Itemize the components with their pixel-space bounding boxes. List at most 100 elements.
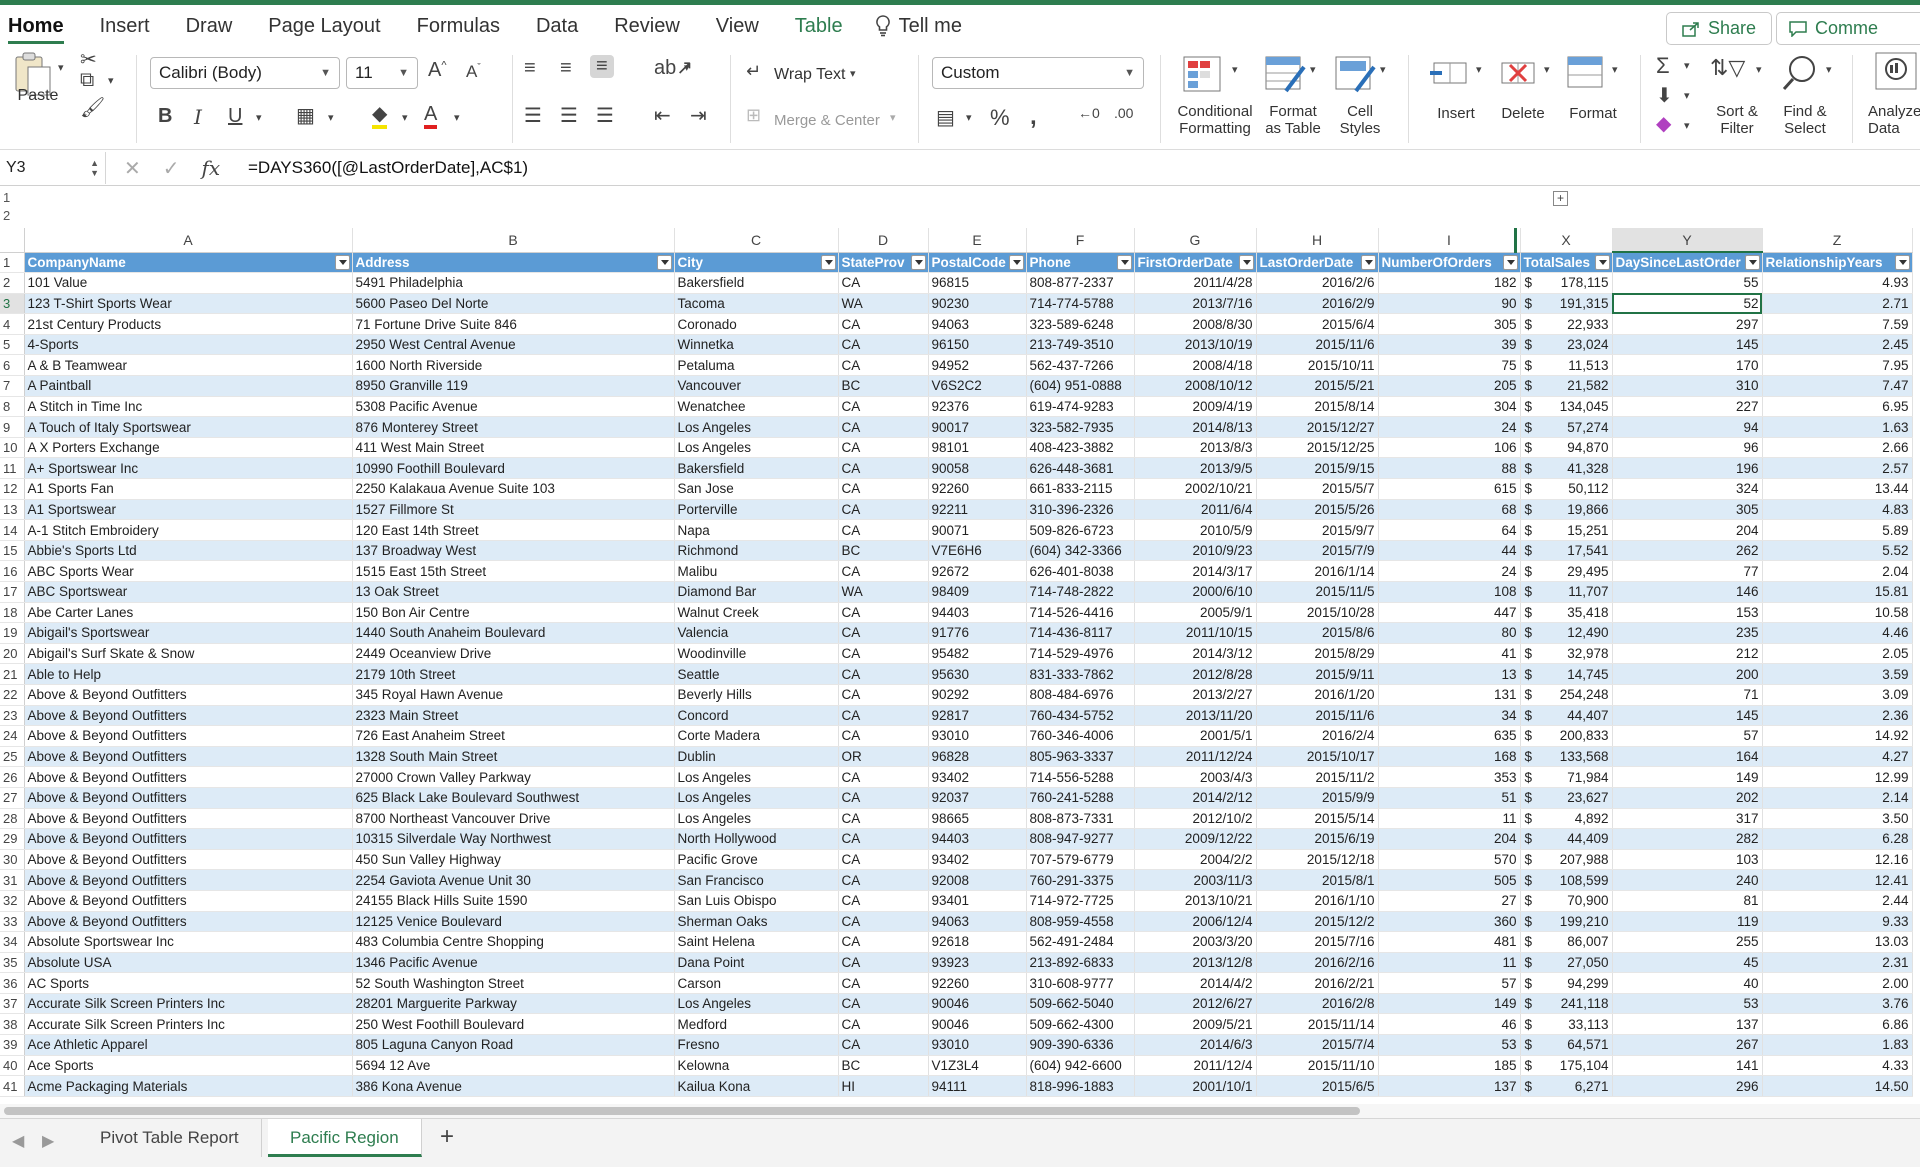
postal-code-cell[interactable]: 93010 xyxy=(928,1034,1027,1056)
header-cell[interactable]: RelationshipYears xyxy=(1762,252,1913,274)
total-sales-cell[interactable]: $50,112 xyxy=(1520,478,1613,500)
header-cell[interactable]: PostalCode xyxy=(928,252,1027,274)
first-order-date-cell[interactable]: 2013/12/8 xyxy=(1134,952,1257,974)
total-sales-cell[interactable]: $70,900 xyxy=(1520,890,1613,912)
column-header[interactable]: E xyxy=(928,228,1027,253)
align-right-icon[interactable]: ☰ xyxy=(596,103,614,128)
first-order-date-cell[interactable]: 2006/12/4 xyxy=(1134,911,1257,933)
last-order-date-cell[interactable]: 2015/8/14 xyxy=(1256,396,1379,418)
fill-color-dropdown-icon[interactable]: ▾ xyxy=(402,111,408,124)
number-of-orders-cell[interactable]: 88 xyxy=(1378,457,1521,480)
format-as-table-icon[interactable] xyxy=(1264,53,1308,93)
address-cell[interactable]: 625 Black Lake Boulevard Southwest xyxy=(352,787,675,809)
address-cell[interactable]: 250 West Foothill Boulevard xyxy=(352,1013,675,1036)
increase-font-icon[interactable]: A^ xyxy=(428,59,447,82)
postal-code-cell[interactable]: 94952 xyxy=(928,354,1027,377)
total-sales-cell[interactable]: $12,490 xyxy=(1520,622,1613,644)
first-order-date-cell[interactable]: 2009/12/22 xyxy=(1134,828,1257,850)
city-cell[interactable]: Fresno xyxy=(674,1034,839,1056)
postal-code-cell[interactable]: 90046 xyxy=(928,1013,1027,1036)
last-order-date-cell[interactable]: 2015/12/25 xyxy=(1256,437,1379,459)
total-sales-cell[interactable]: $133,568 xyxy=(1520,746,1613,768)
last-order-date-cell[interactable]: 2015/7/16 xyxy=(1256,931,1379,953)
phone-cell[interactable]: 808-877-2337 xyxy=(1026,272,1135,294)
tell-me-search[interactable]: Tell me xyxy=(861,15,976,38)
autosum-icon[interactable]: Σ xyxy=(1656,53,1670,79)
row-header[interactable]: 24 xyxy=(0,725,25,747)
add-sheet-icon[interactable]: + xyxy=(440,1123,454,1151)
company-name-cell[interactable]: 123 T-Shirt Sports Wear xyxy=(24,293,353,315)
find-select-button[interactable]: Find & Select xyxy=(1774,103,1836,137)
number-of-orders-cell[interactable]: 570 xyxy=(1378,849,1521,871)
filter-dropdown-icon[interactable] xyxy=(910,254,926,270)
total-sales-cell[interactable]: $191,315 xyxy=(1520,293,1613,315)
column-header-selected[interactable]: Y xyxy=(1612,228,1763,253)
company-name-cell[interactable]: Abbie's Sports Ltd xyxy=(24,540,353,562)
city-cell[interactable]: Pacific Grove xyxy=(674,849,839,871)
tab-review[interactable]: Review xyxy=(596,5,698,47)
phone-cell[interactable]: 714-556-5288 xyxy=(1026,766,1135,788)
scrollbar-thumb[interactable] xyxy=(4,1107,1360,1115)
days-since-last-order-cell[interactable]: 81 xyxy=(1612,890,1763,912)
merge-center-icon[interactable]: ⊞ xyxy=(746,105,761,126)
increase-indent-icon[interactable]: ⇥ xyxy=(690,103,707,128)
number-of-orders-cell[interactable]: 90 xyxy=(1378,293,1521,315)
align-middle-icon[interactable]: ≡ xyxy=(560,57,572,80)
total-sales-cell[interactable]: $86,007 xyxy=(1520,931,1613,953)
row-header[interactable]: 38 xyxy=(0,1013,25,1036)
column-header[interactable]: Z xyxy=(1762,228,1913,253)
relationship-years-cell[interactable]: 2.66 xyxy=(1762,437,1913,459)
city-cell[interactable]: Napa xyxy=(674,519,839,541)
number-of-orders-cell[interactable]: 53 xyxy=(1378,1034,1521,1056)
first-order-date-cell[interactable]: 2001/10/1 xyxy=(1134,1075,1257,1097)
first-order-date-cell[interactable]: 2013/7/16 xyxy=(1134,293,1257,315)
row-header[interactable]: 10 xyxy=(0,437,25,459)
number-of-orders-cell[interactable]: 204 xyxy=(1378,828,1521,850)
sort-filter-icon[interactable]: ⇅▽ xyxy=(1710,55,1745,81)
header-cell[interactable]: TotalSales xyxy=(1520,252,1613,274)
row-header[interactable]: 25 xyxy=(0,746,25,768)
column-header[interactable]: X xyxy=(1520,228,1613,253)
tab-insert[interactable]: Insert xyxy=(82,5,168,47)
font-color-dropdown-icon[interactable]: ▾ xyxy=(454,111,460,124)
column-header[interactable]: G xyxy=(1134,228,1257,253)
postal-code-cell[interactable]: 90071 xyxy=(928,519,1027,541)
company-name-cell[interactable]: Abigail's Sportswear xyxy=(24,622,353,644)
total-sales-cell[interactable]: $254,248 xyxy=(1520,684,1613,706)
relationship-years-cell[interactable]: 7.47 xyxy=(1762,375,1913,397)
company-name-cell[interactable]: Abigail's Surf Skate & Snow xyxy=(24,643,353,665)
last-order-date-cell[interactable]: 2016/2/9 xyxy=(1256,293,1379,315)
state-cell[interactable]: CA xyxy=(838,1034,929,1056)
header-cell[interactable]: CompanyName xyxy=(24,252,353,274)
header-cell[interactable]: NumberOfOrders xyxy=(1378,252,1521,274)
last-order-date-cell[interactable]: 2015/11/5 xyxy=(1256,581,1379,603)
address-cell[interactable]: 28201 Marguerite Parkway xyxy=(352,993,675,1015)
city-cell[interactable]: San Jose xyxy=(674,478,839,500)
city-cell[interactable]: Dublin xyxy=(674,746,839,768)
company-name-cell[interactable]: A Paintball xyxy=(24,375,353,397)
state-cell[interactable]: CA xyxy=(838,519,929,541)
relationship-years-cell[interactable]: 15.81 xyxy=(1762,581,1913,603)
address-cell[interactable]: 10315 Silverdale Way Northwest xyxy=(352,828,675,850)
relationship-years-cell[interactable]: 2.05 xyxy=(1762,643,1913,665)
state-cell[interactable]: CA xyxy=(838,952,929,974)
total-sales-cell[interactable]: $4,892 xyxy=(1520,808,1613,830)
relationship-years-cell[interactable]: 3.76 xyxy=(1762,993,1913,1015)
state-cell[interactable]: BC xyxy=(838,375,929,397)
city-cell[interactable]: Corte Madera xyxy=(674,725,839,747)
phone-cell[interactable]: (604) 342-3366 xyxy=(1026,540,1135,562)
phone-cell[interactable]: 818-996-1883 xyxy=(1026,1075,1135,1097)
last-order-date-cell[interactable]: 2015/11/6 xyxy=(1256,705,1379,727)
phone-cell[interactable]: 562-437-7266 xyxy=(1026,354,1135,377)
address-cell[interactable]: 13 Oak Street xyxy=(352,581,675,603)
relationship-years-cell[interactable]: 3.50 xyxy=(1762,808,1913,830)
phone-cell[interactable]: 213-749-3510 xyxy=(1026,334,1135,356)
number-of-orders-cell[interactable]: 11 xyxy=(1378,952,1521,974)
total-sales-cell[interactable]: $21,582 xyxy=(1520,375,1613,397)
last-order-date-cell[interactable]: 2015/9/9 xyxy=(1256,787,1379,809)
relationship-years-cell[interactable]: 4.46 xyxy=(1762,622,1913,644)
first-order-date-cell[interactable]: 2002/10/21 xyxy=(1134,478,1257,500)
last-order-date-cell[interactable]: 2016/2/6 xyxy=(1256,272,1379,294)
city-cell[interactable]: San Luis Obispo xyxy=(674,890,839,912)
relationship-years-cell[interactable]: 2.45 xyxy=(1762,334,1913,356)
